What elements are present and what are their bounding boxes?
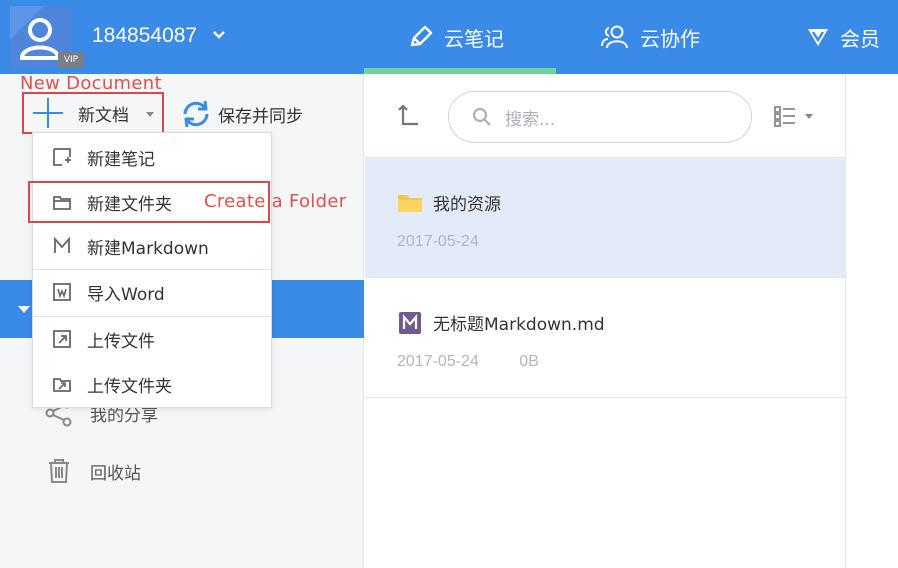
menu-item-upload-file[interactable]: 上传文件 [33, 317, 271, 361]
menu-item-upload-folder[interactable]: 上传文件夹 [33, 362, 271, 406]
list-item-folder[interactable]: 我的资源 2017-05-24 [365, 158, 846, 278]
tab-cloud-collaboration[interactable]: 云协作 [600, 0, 700, 74]
new-document-button[interactable]: 新文档 [22, 92, 164, 134]
list-item-meta: 2017-05-24 [397, 233, 479, 251]
new-document-label: 新文档 [78, 105, 129, 126]
menu-item-new-markdown[interactable]: 新建Markdown [33, 224, 271, 268]
level-up-icon [398, 104, 418, 126]
list-item-meta: 2017-05-24 0B [397, 353, 539, 371]
pencil-icon [408, 24, 434, 50]
menu-item-label: 上传文件 [87, 331, 155, 352]
upload-folder-icon [51, 373, 73, 395]
menu-item-new-note[interactable]: 新建笔记 [33, 135, 271, 179]
markdown-file-icon [397, 311, 423, 335]
expand-arrow-icon[interactable] [18, 306, 30, 313]
people-icon [600, 24, 630, 50]
import-word-icon [51, 281, 73, 303]
tab-cloud-notes[interactable]: 云笔记 [408, 0, 504, 74]
diamond-icon [806, 26, 830, 48]
search-placeholder: 搜索... [505, 109, 556, 130]
save-and-sync-button[interactable]: 保存并同步 [178, 96, 303, 132]
menu-item-label: 新建Markdown [87, 238, 209, 259]
sidebar-item-label: 回收站 [90, 463, 141, 484]
caret-down-icon [146, 112, 154, 117]
upload-file-icon [51, 328, 73, 350]
go-up-button[interactable] [396, 102, 422, 132]
tab-label: 云笔记 [444, 26, 504, 51]
list-view-icon [774, 106, 795, 127]
caret-down-icon [805, 113, 813, 119]
markdown-m-icon [51, 235, 73, 257]
menu-item-label: 新建笔记 [87, 149, 155, 170]
menu-item-import-word[interactable]: 导入Word [33, 270, 271, 314]
trash-icon [44, 456, 74, 486]
tab-label: 云协作 [640, 26, 700, 51]
search-input[interactable]: 搜索... [448, 91, 752, 143]
app-header: VIP 184854087 云笔记 云协作 会员 [0, 0, 898, 74]
search-icon [471, 106, 493, 128]
list-item-title-text: 无标题Markdown.md [433, 315, 605, 335]
list-item-title: 无标题Markdown.md [397, 310, 605, 335]
editor-panel [847, 74, 898, 568]
list-item-date: 2017-05-24 [397, 353, 479, 370]
plus-icon [32, 97, 64, 129]
user-id[interactable]: 184854087 [92, 24, 197, 48]
save-and-sync-label: 保存并同步 [218, 106, 303, 127]
view-mode-button[interactable] [773, 104, 813, 128]
tab-member[interactable]: 会员 [806, 0, 880, 74]
new-document-menu: 新建笔记 新建文件夹 新建Markdown 导入Word 上传文件 上传文件夹 [32, 132, 272, 408]
list-item-date: 2017-05-24 [397, 233, 479, 250]
vip-badge: VIP [58, 52, 84, 68]
annotation-create-folder: Create a Folder [204, 191, 347, 212]
new-note-icon [51, 146, 73, 168]
folder-icon [397, 191, 423, 215]
annotation-new-document: New Document [20, 73, 162, 94]
menu-item-label: 导入Word [87, 284, 165, 305]
sidebar-item-trash[interactable]: 回收站 [44, 456, 141, 486]
tab-label: 会员 [840, 26, 880, 51]
list-item-title-text: 我的资源 [433, 195, 501, 215]
chevron-down-icon[interactable] [213, 30, 225, 40]
menu-item-label: 上传文件夹 [87, 376, 172, 397]
list-item-size: 0B [519, 353, 539, 370]
list-item-title: 我的资源 [397, 190, 501, 215]
list-item-markdown[interactable]: 无标题Markdown.md 2017-05-24 0B [365, 278, 846, 398]
sync-icon [178, 96, 214, 132]
